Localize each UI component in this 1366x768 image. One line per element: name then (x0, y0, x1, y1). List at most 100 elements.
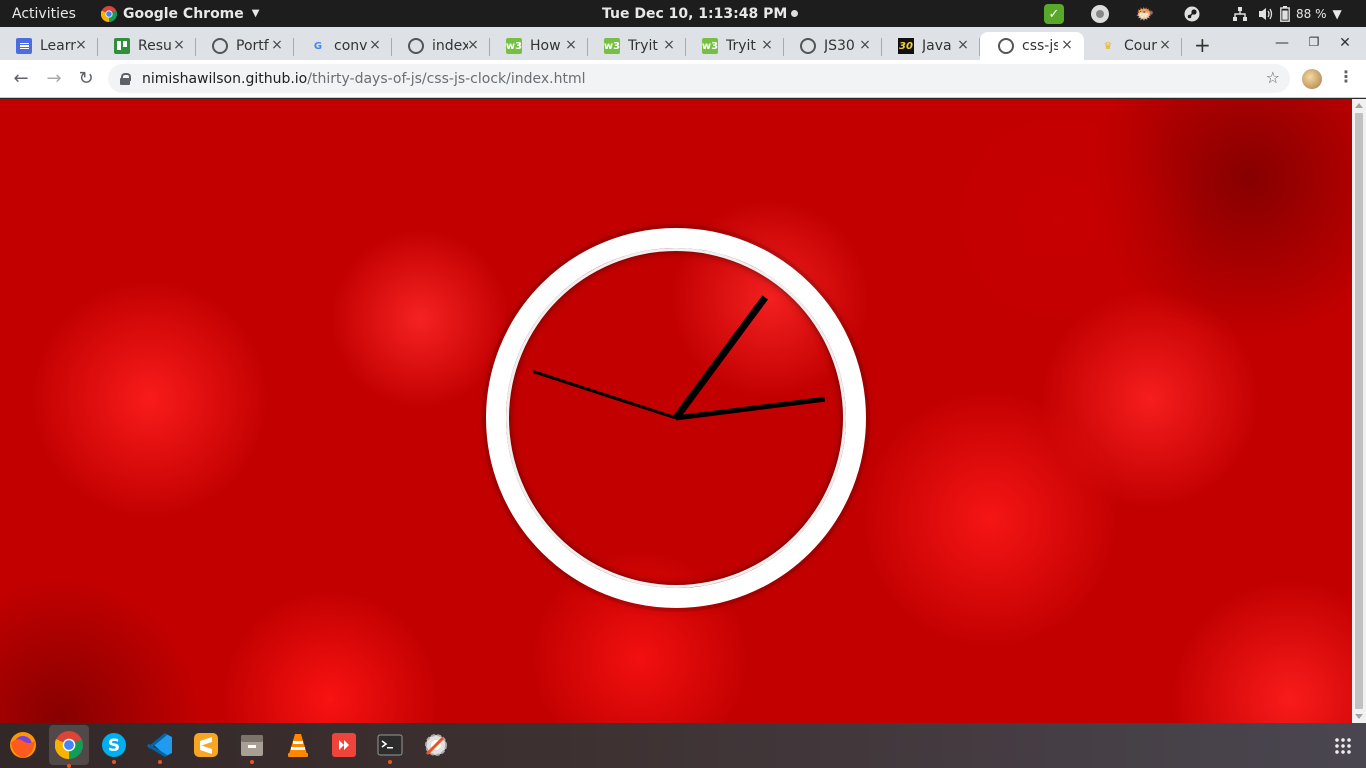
close-tab-icon[interactable]: × (172, 38, 186, 52)
close-tab-icon[interactable]: × (858, 38, 872, 52)
google-icon: G (313, 40, 323, 52)
skype-icon[interactable]: S (98, 729, 130, 764)
close-tab-icon[interactable]: × (564, 38, 578, 52)
close-tab-icon[interactable]: × (956, 38, 970, 52)
files-icon[interactable] (236, 729, 268, 764)
w3schools-icon: w3 (506, 38, 522, 54)
url-host: nimishawilson.github.io (142, 70, 308, 87)
lock-icon (120, 73, 131, 85)
clock-menu[interactable]: Tue Dec 10, 1:13:48 PM (602, 0, 799, 27)
js30-icon: 30 (898, 38, 914, 54)
tab[interactable]: ♛ Cour × (1084, 32, 1182, 60)
tab[interactable]: Portf × (196, 32, 294, 60)
close-tab-icon[interactable]: × (760, 38, 774, 52)
close-tab-icon[interactable]: × (270, 38, 284, 52)
reload-icon[interactable]: ↻ (75, 68, 97, 90)
tab[interactable]: JS30 × (784, 32, 882, 60)
activities-button[interactable]: Activities (12, 0, 76, 27)
tab-label: Learn (40, 38, 76, 54)
tab-label: Tryit (628, 38, 658, 54)
close-tab-icon[interactable]: × (1060, 38, 1074, 52)
close-window-icon[interactable]: ✕ (1337, 35, 1353, 51)
globe-icon (212, 38, 228, 54)
clock-text: Tue Dec 10, 1:13:48 PM (602, 5, 788, 22)
w3schools-icon: w3 (604, 38, 620, 54)
notification-dot-icon (791, 10, 799, 17)
tab[interactable]: Resu × (98, 32, 196, 60)
tab[interactable]: w3 How × (490, 32, 588, 60)
volume-icon (1259, 7, 1273, 20)
browser-toolbar: ← → ↻ nimishawilson.github.io/thirty-day… (0, 60, 1366, 98)
minute-hand (675, 396, 826, 421)
check-icon[interactable]: ✓ (1044, 4, 1064, 24)
docs-icon (16, 38, 32, 54)
tab-label: Resu (138, 38, 172, 54)
close-tab-icon[interactable]: × (74, 38, 88, 52)
app-menu[interactable]: Google Chrome ▼ (101, 0, 259, 27)
tab-label: Portf (236, 38, 269, 54)
globe-icon (408, 38, 424, 54)
terminal-icon[interactable] (374, 729, 406, 764)
globe-icon (998, 38, 1014, 54)
pufferfish-icon[interactable]: 🐡 (1135, 4, 1155, 24)
w3schools-icon: w3 (702, 38, 718, 54)
network-icon[interactable] (1230, 4, 1250, 24)
hour-hand (673, 295, 769, 421)
anydesk-icon[interactable] (328, 729, 360, 761)
tab-label: css-js (1022, 38, 1058, 54)
sublime-icon[interactable] (190, 729, 222, 761)
minimize-icon[interactable]: — (1274, 35, 1290, 51)
vertical-scrollbar[interactable] (1352, 99, 1366, 723)
tab-label: conv (334, 38, 368, 54)
second-hand (532, 370, 677, 420)
tab[interactable]: 30 Java × (882, 32, 980, 60)
vscode-icon[interactable] (144, 729, 176, 764)
system-top-bar: Activities Google Chrome ▼ Tue Dec 10, 1… (0, 0, 1366, 27)
menu-kebab-icon[interactable]: ⋮ (1338, 67, 1354, 86)
firefox-icon[interactable] (7, 729, 39, 761)
tab[interactable]: G conv × (294, 32, 392, 60)
tab-label: Tryit (726, 38, 756, 54)
tab[interactable]: index × (392, 32, 490, 60)
battery-percent: 88 % (1296, 6, 1327, 21)
bookmark-star-icon[interactable]: ☆ (1266, 68, 1280, 87)
tab-active[interactable]: css-js × (980, 32, 1084, 60)
steam-icon[interactable] (1182, 4, 1202, 24)
record-icon[interactable] (1090, 4, 1110, 24)
tab[interactable]: Learn × (0, 32, 98, 60)
new-tab-button[interactable]: + (1194, 33, 1211, 57)
crown-icon: ♛ (1103, 40, 1113, 52)
scrollbar-thumb[interactable] (1355, 113, 1363, 709)
avatar[interactable] (1302, 69, 1322, 89)
tab-label: Cour (1124, 38, 1157, 54)
forward-arrow-icon[interactable]: → (43, 68, 65, 90)
close-tab-icon[interactable]: × (662, 38, 676, 52)
tab-label: Java (922, 38, 952, 54)
page-content (0, 99, 1352, 723)
close-tab-icon[interactable]: × (466, 38, 480, 52)
dock: S (0, 723, 1366, 768)
vlc-icon[interactable] (282, 729, 314, 761)
trello-icon (114, 38, 130, 54)
chevron-down-icon: ▼ (251, 8, 260, 19)
chrome-icon (101, 5, 117, 22)
tab[interactable]: w3 Tryit × (588, 32, 686, 60)
software-updater-icon[interactable] (420, 729, 452, 761)
system-status-menu[interactable]: 88 % ▼ (1258, 0, 1342, 27)
scroll-down-icon[interactable] (1355, 714, 1363, 719)
close-tab-icon[interactable]: × (368, 38, 382, 52)
url-path: /thirty-days-of-js/css-js-clock/index.ht… (307, 70, 586, 87)
app-name: Google Chrome (123, 5, 244, 22)
scroll-up-icon[interactable] (1355, 103, 1363, 108)
show-applications-icon[interactable] (1334, 737, 1352, 755)
chrome-icon[interactable] (49, 725, 89, 768)
tab[interactable]: w3 Tryit × (686, 32, 784, 60)
tab-label: How (530, 38, 561, 54)
battery-icon (1280, 5, 1290, 22)
tab-strip: Learn × Resu × Portf × G conv × index × … (0, 27, 1366, 60)
back-arrow-icon[interactable]: ← (10, 68, 32, 90)
tab-label: JS30 (824, 38, 855, 54)
restore-icon[interactable]: ❐ (1306, 35, 1322, 49)
address-bar[interactable]: nimishawilson.github.io/thirty-days-of-j… (108, 64, 1290, 93)
close-tab-icon[interactable]: × (1158, 38, 1172, 52)
